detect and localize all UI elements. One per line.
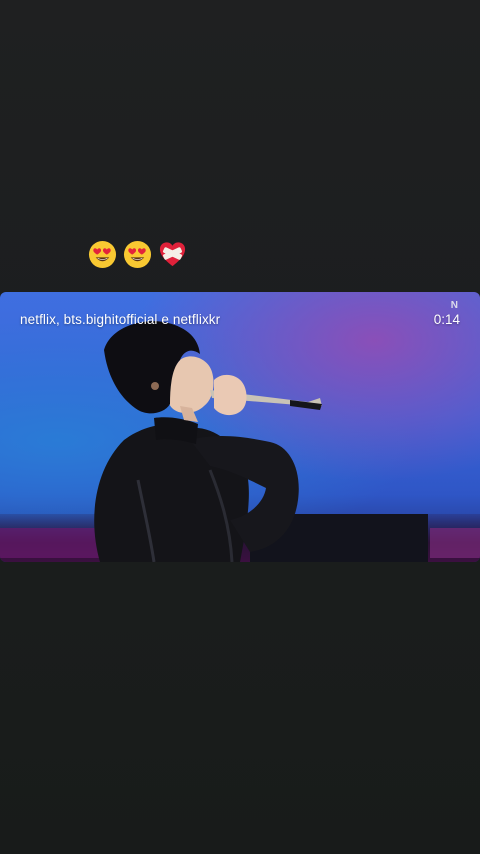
heart-eyes-emoji-icon: [88, 240, 117, 269]
mending-heart-emoji-icon: [159, 242, 186, 267]
video-timecode: 0:14: [433, 312, 460, 327]
stage-light-right: [430, 528, 480, 558]
netflix-logo-icon: N: [450, 300, 458, 311]
video-post[interactable]: netflix, bts.bighitofficial e netflixkr …: [0, 292, 480, 562]
reaction-emoji-row: [88, 240, 187, 269]
heart-eyes-emoji-icon: [123, 240, 152, 269]
video-attribution-caption: netflix, bts.bighitofficial e netflixkr: [20, 312, 221, 327]
singer-figure: [94, 321, 322, 562]
